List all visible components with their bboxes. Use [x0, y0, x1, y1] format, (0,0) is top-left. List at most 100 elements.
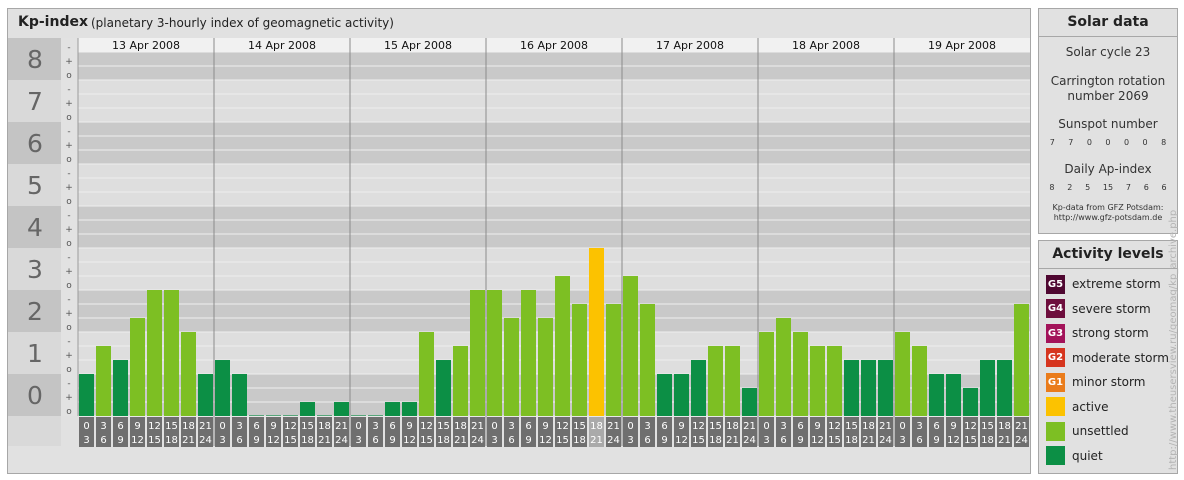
kp-bar [725, 345, 740, 416]
ap-value: 7 [1125, 183, 1131, 192]
interval-end-label: 12 [539, 435, 552, 446]
kp-bar [147, 290, 162, 416]
interval-start-label: 12 [556, 421, 569, 432]
kp-bar [657, 374, 672, 416]
legend-swatch [1046, 421, 1065, 441]
legend-label: strong storm [1072, 326, 1149, 340]
interval-start-label: 18 [998, 421, 1011, 432]
interval-end-label: 24 [879, 435, 892, 446]
day-label: 15 Apr 2008 [384, 39, 452, 52]
interval-end-label: 9 [797, 435, 803, 446]
interval-end-label: 21 [182, 435, 195, 446]
interval-start-label: 21 [335, 421, 348, 432]
interval-start-label: 3 [508, 421, 514, 432]
chart-subtitle: (planetary 3-hourly index of geomagnetic… [91, 16, 394, 30]
interval-start-label: 6 [661, 421, 667, 432]
kp-bar [623, 276, 638, 416]
kp-bar [385, 402, 400, 416]
interval-start-label: 21 [743, 421, 756, 432]
interval-start-label: 9 [678, 421, 684, 432]
kp-bar [980, 360, 995, 416]
interval-start-label: 18 [318, 421, 331, 432]
interval-start-label: 21 [879, 421, 892, 432]
interval-end-label: 12 [811, 435, 824, 446]
kp-bar [521, 290, 536, 416]
legend-swatch: G4 [1046, 299, 1065, 318]
sunspot-value: 7 [1068, 138, 1074, 147]
kp-bar [691, 360, 706, 416]
sunspot-value: 0 [1142, 138, 1148, 147]
minor-tick-label: + [65, 141, 73, 151]
interval-start-label: 15 [573, 421, 586, 432]
y-tick-label: 3 [27, 255, 43, 284]
legend-item: G3 strong storm [1046, 323, 1149, 343]
kp-bar [198, 374, 213, 416]
interval-start-label: 9 [406, 421, 412, 432]
kp-bar [827, 345, 842, 416]
interval-start-label: 0 [83, 421, 89, 432]
plot-band [78, 80, 1030, 122]
kp-bar [946, 374, 961, 416]
interval-end-label: 6 [100, 435, 106, 446]
interval-start-label: 15 [981, 421, 994, 432]
interval-end-label: 12 [131, 435, 144, 446]
sunspot-values: 7 7 0 0 0 0 8 [1039, 138, 1177, 147]
plot-band [78, 290, 1030, 332]
kp-bar [572, 303, 587, 416]
ap-value: 2 [1067, 183, 1073, 192]
interval-end-label: 15 [420, 435, 433, 446]
minor-tick-label: o [66, 365, 72, 375]
interval-start-label: 9 [542, 421, 548, 432]
kp-bar [470, 290, 485, 416]
day-label: 14 Apr 2008 [248, 39, 316, 52]
interval-end-label: 12 [947, 435, 960, 446]
interval-start-label: 12 [692, 421, 705, 432]
interval-start-label: 21 [607, 421, 620, 432]
plot-band [78, 164, 1030, 206]
minor-tick-label: - [67, 43, 70, 53]
interval-start-label: 0 [355, 421, 361, 432]
plot-band [78, 122, 1030, 164]
legend-label: unsettled [1072, 424, 1129, 438]
interval-start-label: 15 [709, 421, 722, 432]
carrington-rotation-line2: number 2069 [1067, 89, 1149, 103]
minor-tick-label: + [65, 183, 73, 193]
credit-link[interactable]: http://www.gfz-potsdam.de [1039, 213, 1177, 222]
kp-chart: 0123456789o+-o+-o+-o+-o+-o+-o+-o+-o+-13 … [8, 9, 1030, 447]
y-tick-label: 5 [27, 171, 43, 200]
kp-bar [79, 374, 94, 416]
kp-bar [232, 374, 247, 416]
legend-label: moderate storm [1072, 350, 1169, 365]
minor-tick-label: + [65, 393, 73, 403]
interval-end-label: 21 [862, 435, 875, 446]
kp-bar [334, 402, 349, 416]
legend-item: G1 minor storm [1046, 372, 1145, 392]
interval-end-label: 15 [556, 435, 569, 446]
kp-bar [504, 318, 519, 416]
interval-start-label: 0 [491, 421, 497, 432]
interval-start-label: 3 [644, 421, 650, 432]
y-tick-label: 2 [27, 297, 43, 326]
legend-item: active [1046, 397, 1108, 417]
kp-bar [436, 360, 451, 416]
interval-end-label: 15 [964, 435, 977, 446]
interval-start-label: 12 [284, 421, 297, 432]
minor-tick-label: + [65, 225, 73, 235]
solar-data-panel: Solar data Solar cycle 23 Carrington rot… [1038, 8, 1178, 234]
kp-bar [130, 318, 145, 416]
kp-bar [844, 360, 859, 416]
kp-bar [776, 318, 791, 416]
interval-start-label: 3 [780, 421, 786, 432]
kp-bar [793, 332, 808, 416]
kp-bar [606, 303, 621, 416]
kp-bar [215, 360, 230, 416]
kp-chart-panel: 0123456789o+-o+-o+-o+-o+-o+-o+-o+-o+-13 … [7, 8, 1031, 474]
interval-start-label: 18 [862, 421, 875, 432]
legend-swatch [1046, 446, 1065, 465]
kp-bar [351, 415, 366, 416]
kp-bar [164, 290, 179, 416]
interval-start-label: 6 [525, 421, 531, 432]
interval-end-label: 3 [219, 435, 225, 446]
interval-start-label: 6 [933, 421, 939, 432]
kp-bar [402, 402, 417, 416]
